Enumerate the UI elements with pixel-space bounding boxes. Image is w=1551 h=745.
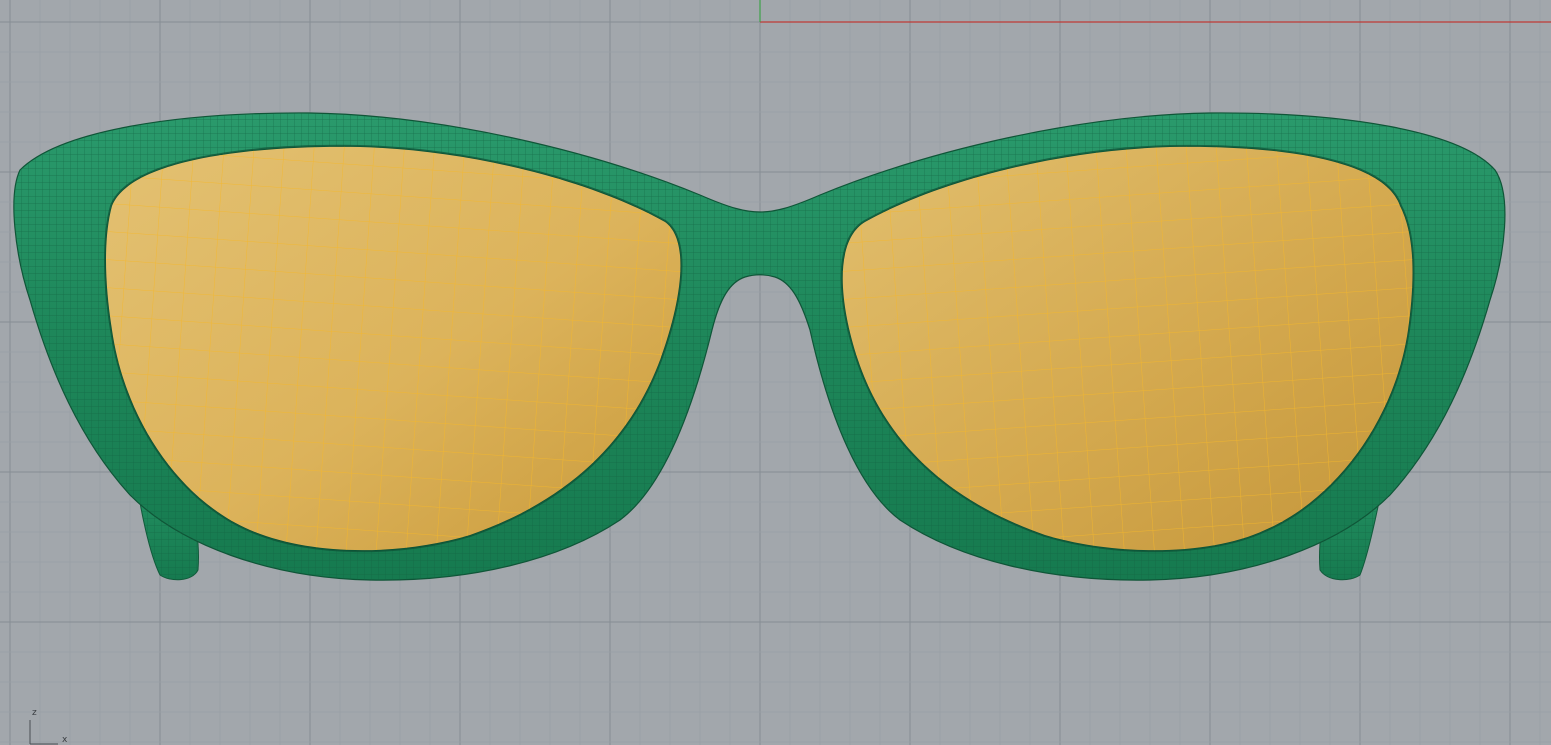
viewport-scene[interactable] [0,0,1551,745]
perspective-viewport[interactable]: z x [0,0,1551,745]
axis-gizmo-z-label: z [32,708,37,718]
axis-gizmo-icon [29,720,58,745]
axis-gizmo-x-label: x [62,735,68,745]
